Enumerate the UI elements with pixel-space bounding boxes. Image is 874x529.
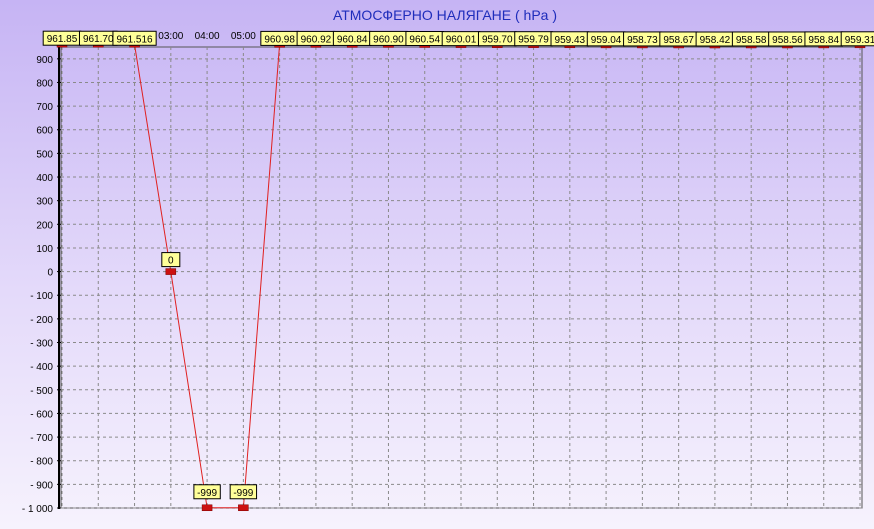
y-tick-label: - 100 bbox=[30, 291, 53, 302]
y-tick-label: - 900 bbox=[30, 480, 53, 491]
data-label: 958.67 bbox=[663, 35, 694, 46]
data-label: 959.31 bbox=[845, 35, 874, 46]
data-label: 960.84 bbox=[337, 34, 368, 45]
data-label: 961.70 bbox=[83, 34, 114, 45]
y-tick-label: 500 bbox=[36, 149, 53, 160]
data-label: -999 bbox=[233, 488, 253, 499]
data-label: 958.58 bbox=[736, 35, 767, 46]
data-label: 961.85 bbox=[47, 34, 78, 45]
data-label-layer: 961.85 961.70 961.516 0 -999 -999 960.98 960.92… bbox=[42, 30, 874, 500]
x-tick-label: 04:00 bbox=[195, 31, 220, 42]
data-label: 959.79 bbox=[518, 35, 549, 46]
chart-area: АТМОСФЕРНО НАЛЯГАНЕ ( hPa ) 900 800 700 600… bbox=[0, 0, 874, 529]
x-tick-label: 03:00 bbox=[158, 31, 183, 42]
data-point-marker bbox=[238, 504, 249, 512]
y-tick-label: 0 bbox=[47, 268, 53, 279]
y-tick-label: - 200 bbox=[30, 315, 53, 326]
data-label: 958.56 bbox=[772, 35, 803, 46]
y-tick-label: - 400 bbox=[30, 362, 53, 373]
data-label: 960.90 bbox=[373, 34, 404, 45]
y-tick-label: - 600 bbox=[30, 409, 53, 420]
y-tick-label: 800 bbox=[36, 78, 53, 89]
chart-title: АТМОСФЕРНО НАЛЯГАНЕ ( hPa ) bbox=[333, 7, 557, 23]
pressure-line-chart: АТМОСФЕРНО НАЛЯГАНЕ ( hPa ) 900 800 700 600… bbox=[22, 7, 874, 515]
y-tick-label: - 700 bbox=[30, 433, 53, 444]
y-tick-label: - 800 bbox=[30, 457, 53, 468]
data-label: 960.01 bbox=[446, 35, 477, 46]
data-label: 959.43 bbox=[555, 35, 586, 46]
data-label: 960.92 bbox=[301, 34, 332, 45]
y-tick-label: - 500 bbox=[30, 386, 53, 397]
axis-layer: 900 800 700 600 500 400 300 200 100 0 - 100 - 200 - … bbox=[22, 31, 873, 515]
y-tick-label: 700 bbox=[36, 102, 53, 113]
data-point-marker bbox=[165, 268, 177, 275]
y-tick-label: - 1 000 bbox=[22, 504, 54, 515]
data-label: 958.73 bbox=[627, 35, 658, 46]
x-tick-label: 05:00 bbox=[231, 31, 256, 42]
y-tick-label: 300 bbox=[36, 197, 53, 208]
y-tick-label: - 300 bbox=[30, 339, 53, 350]
data-label: 961.516 bbox=[116, 34, 153, 45]
y-tick-label: 600 bbox=[36, 126, 53, 137]
data-point-marker bbox=[201, 504, 213, 512]
data-label: 0 bbox=[168, 256, 174, 267]
data-label: 960.98 bbox=[264, 34, 295, 45]
data-label: 958.42 bbox=[700, 35, 731, 46]
y-tick-label: 900 bbox=[36, 55, 53, 66]
data-label: 959.04 bbox=[591, 35, 622, 46]
y-tick-label: 100 bbox=[36, 244, 53, 255]
data-label: 959.70 bbox=[482, 35, 513, 46]
data-label: 960.54 bbox=[409, 35, 440, 46]
y-tick-label: 400 bbox=[36, 173, 53, 184]
y-tick-label: 200 bbox=[36, 220, 53, 231]
grid-layer bbox=[60, 46, 863, 509]
data-label: 958.84 bbox=[808, 35, 839, 46]
data-label: -999 bbox=[197, 488, 217, 499]
